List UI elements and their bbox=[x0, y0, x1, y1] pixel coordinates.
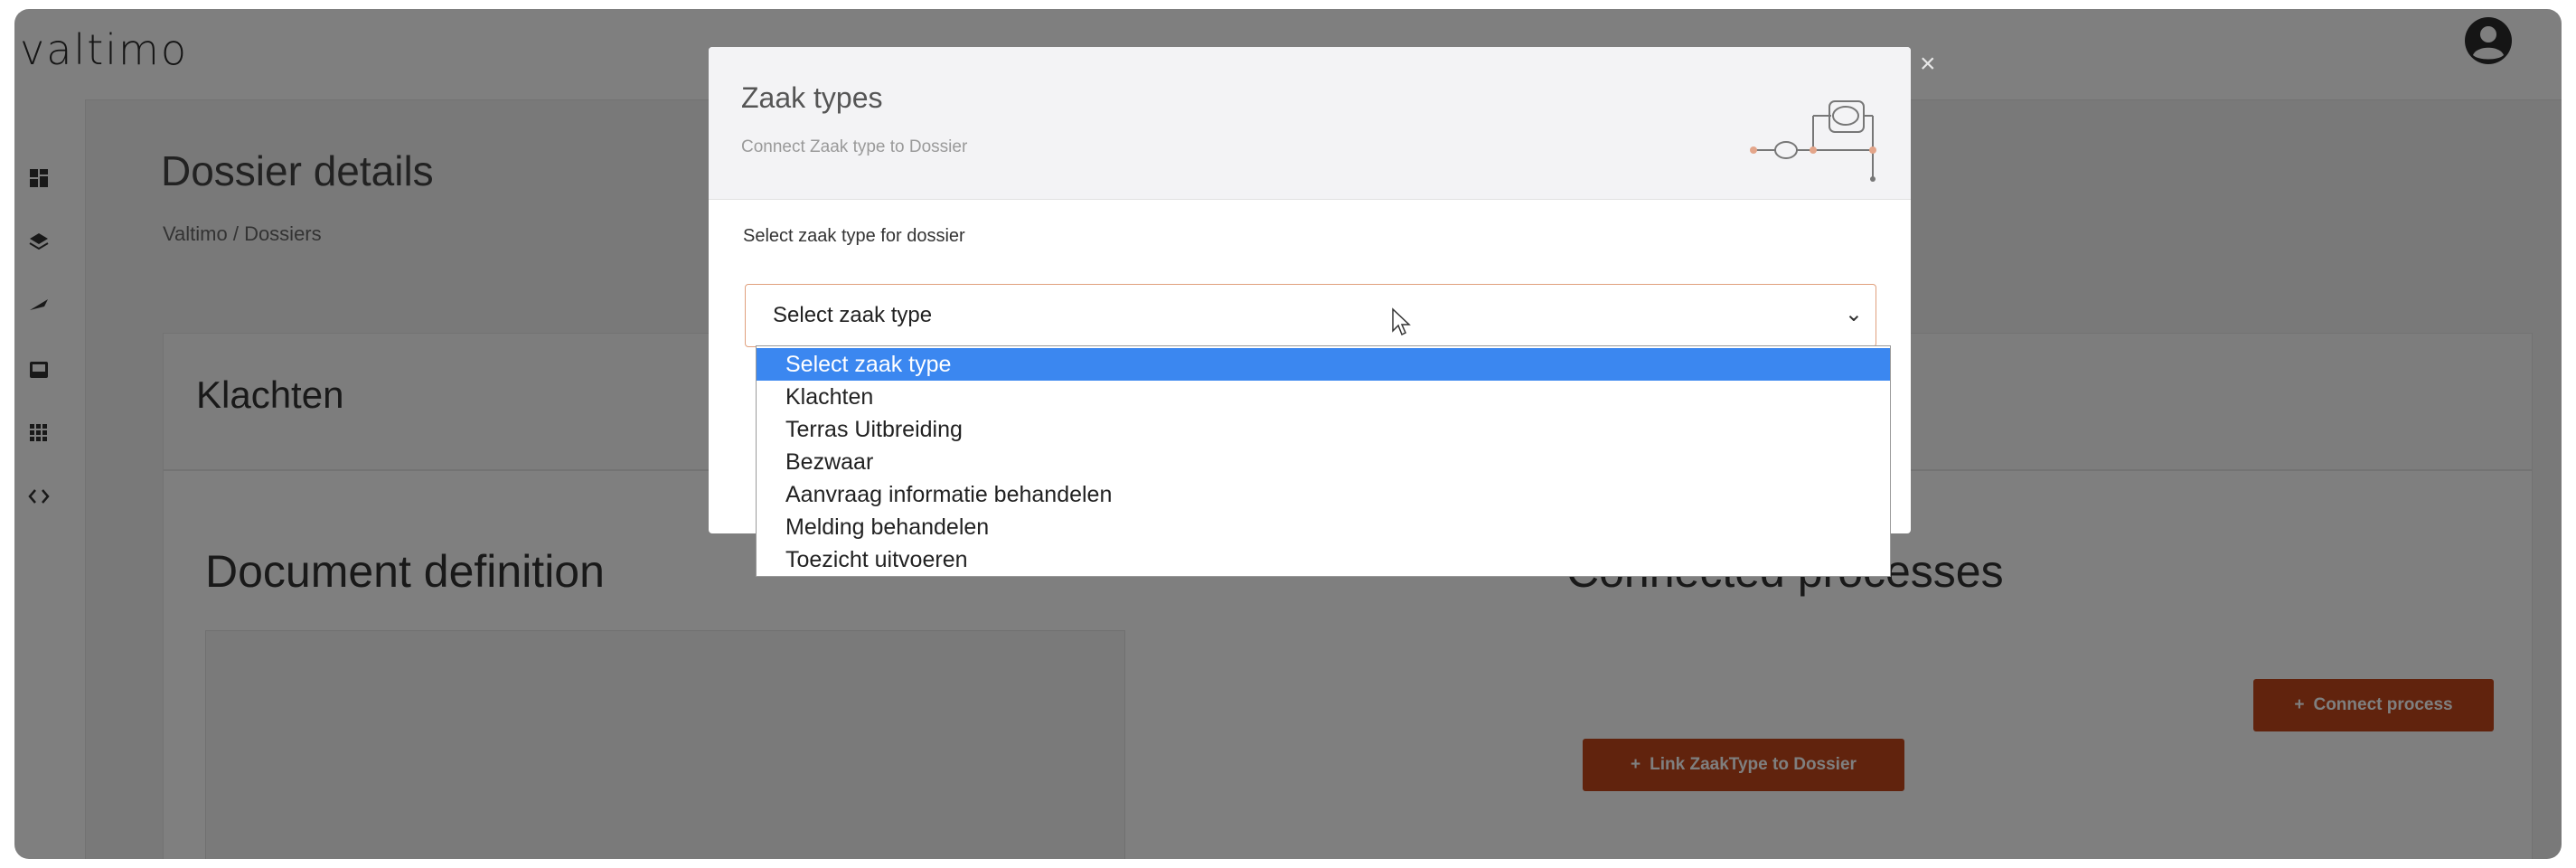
dropdown-option[interactable]: Terras Uitbreiding bbox=[757, 413, 1890, 446]
zaak-type-dropdown: Select zaak type Klachten Terras Uitbrei… bbox=[756, 345, 1891, 577]
close-icon[interactable]: × bbox=[1920, 49, 1936, 80]
dropdown-option[interactable]: Select zaak type bbox=[757, 348, 1890, 381]
zaak-type-select[interactable]: Select zaak type ⌄ bbox=[745, 284, 1876, 347]
modal-title: Zaak types bbox=[741, 81, 883, 114]
dropdown-option[interactable]: Melding behandelen bbox=[757, 511, 1890, 543]
select-value: Select zaak type bbox=[773, 303, 933, 327]
zaak-type-field-label: Select zaak type for dossier bbox=[743, 226, 965, 246]
modal-subtitle: Connect Zaak type to Dossier bbox=[741, 137, 968, 156]
dropdown-option[interactable]: Aanvraag informatie behandelen bbox=[757, 478, 1890, 511]
app-window: valtimo Dossier details Valtimo / Dossie… bbox=[14, 9, 2562, 859]
chevron-down-icon: ⌄ bbox=[1844, 302, 1863, 326]
dropdown-option[interactable]: Klachten bbox=[757, 381, 1890, 413]
dropdown-option[interactable]: Toezicht uitvoeren bbox=[757, 543, 1890, 576]
dropdown-option[interactable]: Bezwaar bbox=[757, 446, 1890, 478]
mouse-cursor-icon bbox=[1392, 307, 1411, 336]
process-diagram-icon bbox=[1750, 100, 1876, 182]
modal-header: Zaak types Connect Zaak type to Dossier bbox=[709, 47, 1911, 200]
